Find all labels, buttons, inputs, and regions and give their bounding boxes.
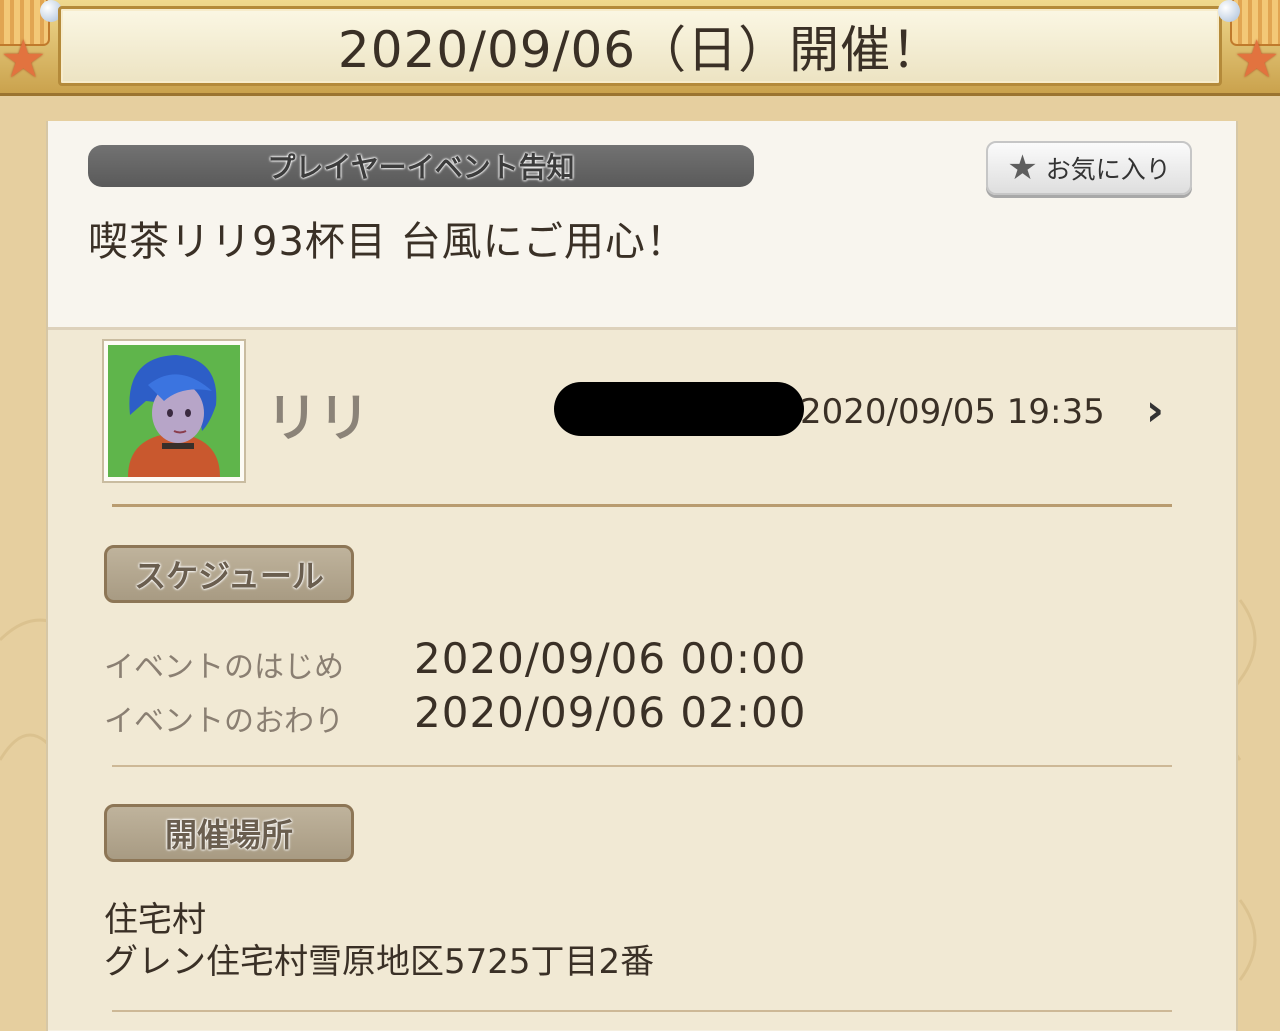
pearl-icon (1218, 0, 1240, 22)
favorite-label: お気に入り (1045, 155, 1171, 184)
end-label: イベントのおわり (104, 704, 344, 739)
avatar-image (108, 345, 240, 477)
chevron-right-icon[interactable]: › (1130, 380, 1180, 440)
schedule-heading: スケジュール (104, 545, 354, 603)
avatar[interactable] (102, 339, 246, 483)
starfish-icon: ★ (0, 30, 47, 90)
event-date-title: 2020/09/06（日）開催！ (337, 21, 943, 79)
author-name[interactable]: リリ (266, 376, 370, 451)
divider (112, 504, 1172, 507)
redaction-mark (554, 382, 804, 436)
event-header: プレイヤーイベント告知 ★ お気に入り 喫茶リリ93杯目 台風にご用心！ (48, 121, 1236, 330)
event-body: リリ 2020/09/05 19:35 › スケジュール イベントのはじめ 20… (48, 330, 1236, 1030)
post-timestamp: 2020/09/05 19:35 (800, 392, 1105, 432)
divider (112, 1010, 1172, 1012)
divider (112, 765, 1172, 767)
event-title: 喫茶リリ93杯目 台風にご用心！ (88, 219, 687, 265)
banner-plate: 2020/09/06（日）開催！ (58, 6, 1222, 86)
star-icon: ★ (1007, 148, 1038, 188)
venue-line-2: グレン住宅村雪原地区5725丁目2番 (104, 942, 655, 982)
start-label: イベントのはじめ (104, 650, 344, 685)
favorite-button[interactable]: ★ お気に入り (986, 141, 1192, 195)
venue-heading: 開催場所 (104, 804, 354, 862)
end-value: 2020/09/06 02:00 (414, 688, 807, 737)
start-value: 2020/09/06 00:00 (414, 634, 807, 683)
event-card: プレイヤーイベント告知 ★ お気に入り 喫茶リリ93杯目 台風にご用心！ リリ … (46, 121, 1238, 1031)
date-banner: ★ 2020/09/06（日）開催！ ★ (0, 0, 1280, 96)
category-badge: プレイヤーイベント告知 (88, 145, 754, 187)
starfish-icon: ★ (1233, 30, 1280, 90)
